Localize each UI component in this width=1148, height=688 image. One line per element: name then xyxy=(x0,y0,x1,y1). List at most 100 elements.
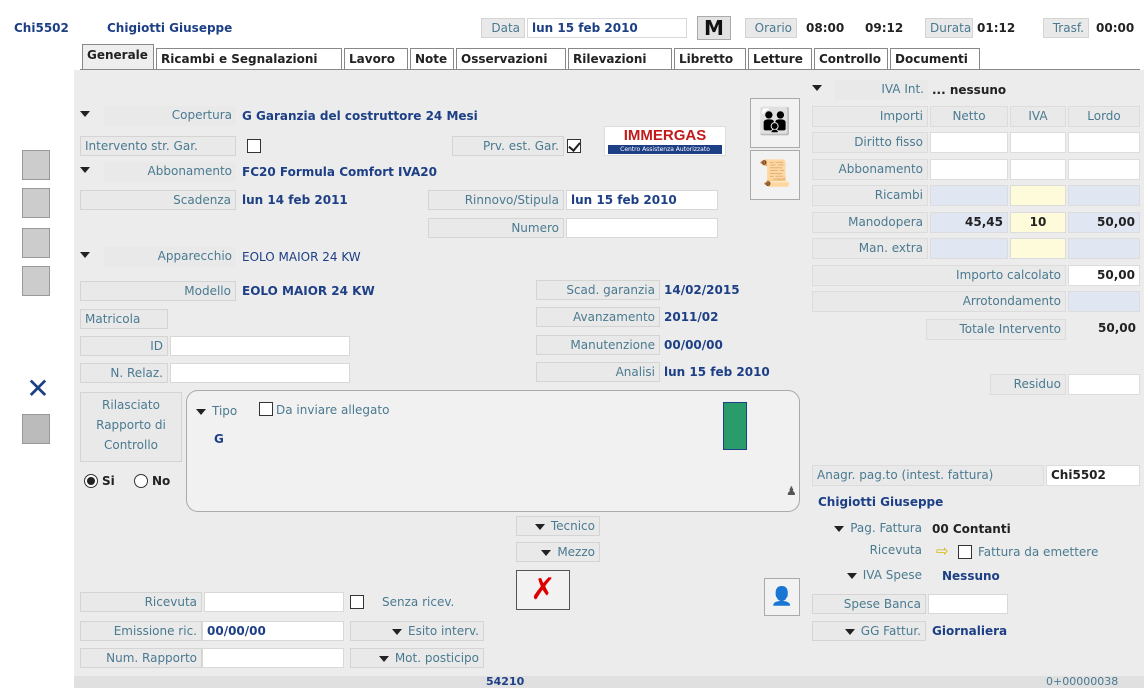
nrelaz-field[interactable] xyxy=(170,363,350,383)
abbonamento-dropdown[interactable] xyxy=(80,162,102,182)
si-radio[interactable] xyxy=(84,474,98,488)
spesebanca-field[interactable] xyxy=(928,594,1008,614)
amount-lordo-cell[interactable]: 50,00 xyxy=(1068,211,1140,233)
no-label: No xyxy=(152,474,171,488)
amount-row-label: Ricambi xyxy=(812,185,928,206)
no-radio[interactable] xyxy=(134,474,148,488)
tab-generale[interactable]: Generale xyxy=(82,44,154,70)
amount-netto-cell[interactable] xyxy=(930,185,1008,206)
da-inviare-checkbox[interactable] xyxy=(259,402,273,416)
totale-label: Totale Intervento xyxy=(926,319,1066,340)
amount-iva-cell[interactable] xyxy=(1010,132,1066,153)
pagfatt-label: Pag. Fattura xyxy=(850,521,922,535)
motpost-label: Mot. posticipo xyxy=(394,651,479,665)
residuo-field[interactable] xyxy=(1068,374,1140,395)
da-inviare-label: Da inviare allegato xyxy=(276,403,390,417)
m-button[interactable]: M xyxy=(697,16,731,40)
floppy-disk-icon[interactable] xyxy=(22,150,50,180)
amount-iva-cell[interactable] xyxy=(1010,158,1066,180)
fattura-checkbox[interactable] xyxy=(958,545,972,559)
modello-label: Modello xyxy=(80,281,236,301)
importi-header: Importi xyxy=(812,106,928,127)
person-icon[interactable]: ♟ xyxy=(786,484,797,498)
save-icon[interactable] xyxy=(22,414,50,444)
anagr-value[interactable]: Chi5502 xyxy=(1046,465,1140,486)
tab-documenti[interactable]: Documenti xyxy=(890,48,980,70)
tab-letture[interactable]: Letture xyxy=(748,48,812,70)
ggfatt-dropdown[interactable]: GG Fattur. xyxy=(812,621,926,641)
client-name: Chigiotti Giuseppe xyxy=(107,21,233,35)
tab-note[interactable]: Note xyxy=(410,48,454,70)
iva-int-dropdown[interactable] xyxy=(812,80,834,100)
copertura-dropdown[interactable] xyxy=(80,106,102,126)
amount-lordo-cell[interactable] xyxy=(1068,238,1140,259)
id-label: ID xyxy=(80,336,168,356)
amount-netto-cell[interactable]: 45,45 xyxy=(930,211,1008,233)
tecnico-label: Tecnico xyxy=(550,519,595,533)
numero-label: Numero xyxy=(428,218,564,238)
amount-netto-cell[interactable] xyxy=(930,132,1008,153)
iva-int-label: IVA Int. xyxy=(834,80,928,100)
document-icon[interactable]: 📜 xyxy=(750,150,800,200)
motpost-dropdown[interactable]: Mot. posticipo xyxy=(350,648,484,668)
orario-label: Orario xyxy=(745,18,797,38)
rinnovo-field[interactable]: lun 15 feb 2010 xyxy=(566,190,718,210)
tab-rilevazioni[interactable]: Rilevazioni xyxy=(568,48,672,70)
analisi-label: Analisi xyxy=(536,362,660,382)
avanz-value: 2011/02 xyxy=(664,310,719,324)
amount-iva-cell[interactable] xyxy=(1010,238,1066,259)
intervento-checkbox[interactable] xyxy=(247,139,261,153)
orario-end: 09:12 xyxy=(865,21,904,35)
esito-label: Esito interv. xyxy=(408,624,479,638)
tecnico-dropdown[interactable]: Tecnico xyxy=(516,516,600,536)
tipo-label: Tipo xyxy=(212,404,238,418)
residuo-label: Residuo xyxy=(990,374,1066,395)
importo-calc-value: 50,00 xyxy=(1068,265,1140,286)
people-icon[interactable]: 👪 xyxy=(750,98,800,148)
floppy-disk-icon[interactable] xyxy=(22,266,50,296)
arrot-field[interactable] xyxy=(1068,291,1140,312)
apparecchio-dropdown[interactable] xyxy=(80,247,102,267)
senza-checkbox[interactable] xyxy=(350,595,364,609)
mezzo-dropdown[interactable]: Mezzo xyxy=(516,542,600,562)
analisi-value: lun 15 feb 2010 xyxy=(664,365,770,379)
emissione-field[interactable]: 00/00/00 xyxy=(202,621,344,641)
tab-ricambi-e-segnalazioni[interactable]: Ricambi e Segnalazioni xyxy=(156,48,342,70)
data-field[interactable]: lun 15 feb 2010 xyxy=(527,18,687,38)
nrelaz-label: N. Relaz. xyxy=(80,363,168,383)
amount-netto-cell[interactable] xyxy=(930,238,1008,259)
tipo-dropdown[interactable]: Tipo xyxy=(196,404,237,422)
close-icon[interactable]: ✕ xyxy=(24,374,52,404)
tab-lavoro[interactable]: Lavoro xyxy=(344,48,408,70)
id-field[interactable] xyxy=(170,336,350,356)
amount-lordo-cell[interactable] xyxy=(1068,132,1140,153)
ricevuta-field[interactable] xyxy=(204,592,344,612)
anagr-label: Anagr. pag.to (intest. fattura) xyxy=(812,465,1044,486)
footer-right: 0+00000038 xyxy=(1046,675,1119,688)
cancel-document-icon[interactable]: ✗ xyxy=(516,570,570,610)
ivaspese-dropdown[interactable]: IVA Spese xyxy=(812,566,926,586)
prv-label: Prv. est. Gar. xyxy=(452,136,564,156)
durata-value: 01:12 xyxy=(977,21,1016,35)
floppy-disk-icon[interactable] xyxy=(22,188,50,218)
floppy-disk-icon[interactable] xyxy=(22,228,50,258)
user-settings-icon[interactable]: 👤 xyxy=(764,578,800,616)
amount-lordo-cell[interactable] xyxy=(1068,185,1140,206)
numrapp-field[interactable] xyxy=(202,648,344,668)
numero-field[interactable] xyxy=(566,218,718,238)
scadgar-label: Scad. garanzia xyxy=(536,280,660,300)
tab-controllo[interactable]: Controllo xyxy=(814,48,888,70)
pagfatt-dropdown[interactable]: Pag. Fattura xyxy=(812,519,926,539)
data-label: Data xyxy=(481,18,525,38)
mezzo-label: Mezzo xyxy=(557,545,595,559)
amount-iva-cell[interactable]: 10 xyxy=(1010,211,1066,233)
tab-osservazioni[interactable]: Osservazioni xyxy=(456,48,566,70)
amount-lordo-cell[interactable] xyxy=(1068,158,1140,180)
amount-iva-cell[interactable] xyxy=(1010,185,1066,206)
tab-libretto[interactable]: Libretto xyxy=(674,48,746,70)
amount-netto-cell[interactable] xyxy=(930,158,1008,180)
esito-dropdown[interactable]: Esito interv. xyxy=(350,621,484,641)
importo-calc-label: Importo calcolato xyxy=(812,265,1066,286)
prv-checkbox[interactable] xyxy=(567,139,581,153)
booklet-icon xyxy=(723,402,747,450)
